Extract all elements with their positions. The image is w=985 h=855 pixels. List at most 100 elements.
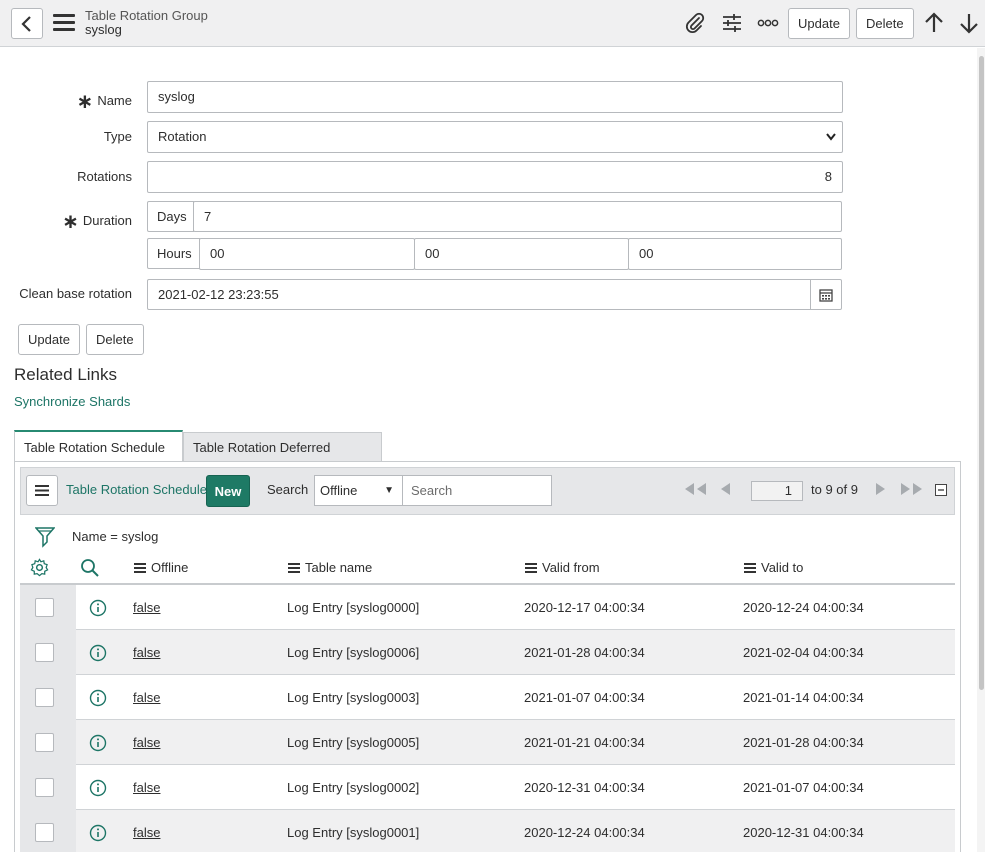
column-menu-icon[interactable] [288, 561, 300, 575]
info-icon[interactable] [89, 779, 107, 797]
required-asterisk-icon: ∗ [76, 91, 94, 113]
offline-cell[interactable]: false [133, 765, 160, 810]
column-menu-icon[interactable] [744, 561, 756, 575]
column-header-valid-from[interactable]: Valid from [525, 560, 600, 575]
back-button[interactable] [11, 8, 43, 39]
new-button[interactable]: New [206, 475, 250, 507]
info-icon[interactable] [89, 734, 107, 752]
clean-base-rotation-label: Clean base rotation [19, 286, 132, 301]
arrow-up-icon[interactable] [922, 11, 946, 35]
info-icon[interactable] [89, 689, 107, 707]
row-checkbox[interactable] [35, 688, 54, 707]
synchronize-shards-link[interactable]: Synchronize Shards [14, 394, 130, 409]
valid-from-cell: 2020-12-24 04:00:34 [524, 825, 645, 840]
form-update-button[interactable]: Update [18, 324, 80, 355]
rotations-field[interactable]: 8 [147, 161, 843, 193]
tab-table-rotation-schedule[interactable]: Table Rotation Schedule (9) [14, 430, 183, 486]
table-row: false Log Entry [syslog0001] 2020-12-24 … [20, 810, 955, 852]
arrow-down-icon[interactable] [957, 11, 981, 35]
previous-page-icon[interactable] [718, 482, 732, 499]
record-name-title: syslog [85, 22, 122, 37]
chevron-down-icon [826, 133, 836, 141]
offline-cell[interactable]: false [133, 675, 160, 720]
days-field[interactable]: 7 [193, 201, 842, 232]
table-name-cell: Log Entry [syslog0003] [287, 690, 420, 705]
table-name-cell: Log Entry [syslog0005] [287, 735, 420, 750]
row-checkbox[interactable] [35, 598, 54, 617]
related-links-title: Related Links [14, 365, 118, 384]
table-name-cell: Log Entry [syslog0000] [287, 600, 420, 615]
form-header: Table Rotation Group syslog Update Delet… [0, 0, 985, 47]
rotations-label: Rotations [77, 169, 132, 184]
valid-to-cell: 2021-01-28 04:00:34 [743, 735, 864, 750]
offline-cell[interactable]: false [133, 585, 160, 630]
valid-from-cell: 2020-12-31 04:00:34 [524, 780, 645, 795]
filter-icon[interactable] [34, 526, 56, 551]
valid-from-cell: 2021-01-21 04:00:34 [524, 735, 645, 750]
list-settings-gear-icon[interactable] [30, 558, 49, 580]
type-select[interactable]: Rotation [147, 121, 843, 153]
tab-deferred-schemas[interactable]: Table Rotation Deferred Schemas [183, 432, 382, 484]
offline-cell[interactable]: false [133, 810, 160, 855]
hours-field[interactable]: 00 [199, 238, 415, 270]
table-name-cell: Log Entry [syslog0001] [287, 825, 420, 840]
chevron-left-icon [21, 15, 31, 32]
row-checkbox[interactable] [35, 778, 54, 797]
row-checkbox[interactable] [35, 823, 54, 842]
page-range-text: to 9 of 9 [811, 482, 858, 497]
row-checkbox[interactable] [35, 643, 54, 662]
first-page-icon[interactable] [682, 482, 708, 499]
column-menu-icon[interactable] [525, 561, 537, 575]
column-search-icon[interactable] [80, 558, 100, 581]
valid-from-cell: 2021-01-07 04:00:34 [524, 690, 645, 705]
info-icon[interactable] [89, 824, 107, 842]
header-delete-button[interactable]: Delete [856, 8, 914, 39]
valid-to-cell: 2020-12-31 04:00:34 [743, 825, 864, 840]
form-delete-button[interactable]: Delete [86, 324, 144, 355]
list-search-input[interactable]: Search [402, 475, 552, 506]
valid-from-cell: 2021-01-28 04:00:34 [524, 645, 645, 660]
row-checkbox[interactable] [35, 733, 54, 752]
info-icon[interactable] [89, 599, 107, 617]
collapse-list-icon[interactable] [935, 484, 947, 499]
table-row: false Log Entry [syslog0002] 2020-12-31 … [20, 765, 955, 810]
filter-breadcrumb[interactable]: Name = syslog [72, 529, 158, 544]
attachment-icon[interactable] [683, 11, 707, 35]
clean-base-rotation-field[interactable]: 2021-02-12 23:23:55 [147, 279, 812, 310]
info-icon[interactable] [89, 644, 107, 662]
minutes-field[interactable]: 00 [414, 238, 629, 270]
column-header-valid-to[interactable]: Valid to [744, 560, 803, 575]
duration-label: ∗ Duration [62, 211, 132, 233]
calendar-icon [819, 288, 833, 302]
table-row: false Log Entry [syslog0000] 2020-12-17 … [20, 585, 955, 630]
search-field-select[interactable]: Offline ▼ [314, 475, 403, 506]
last-page-icon[interactable] [899, 482, 925, 499]
offline-cell[interactable]: false [133, 720, 160, 765]
type-label: Type [103, 129, 132, 144]
column-menu-icon[interactable] [134, 561, 146, 575]
search-label: Search [267, 482, 309, 497]
calendar-button[interactable] [810, 279, 842, 310]
column-header-table-name[interactable]: Table name [288, 560, 372, 575]
list-context-menu-button[interactable] [26, 475, 58, 506]
record-type-title: Table Rotation Group [85, 8, 208, 23]
next-page-icon[interactable] [874, 482, 888, 499]
valid-to-cell: 2021-01-14 04:00:34 [743, 690, 864, 705]
days-addon: Days [147, 201, 194, 232]
valid-from-cell: 2020-12-17 04:00:34 [524, 600, 645, 615]
more-options-icon[interactable] [756, 11, 780, 35]
name-label: ∗ Name [76, 91, 132, 113]
page-scrollbar-thumb[interactable] [979, 56, 984, 690]
table-row: false Log Entry [syslog0005] 2021-01-21 … [20, 720, 955, 765]
type-select-value: Rotation [158, 129, 207, 144]
hamburger-icon [35, 485, 49, 496]
list-title-link[interactable]: Table Rotation Schedule [66, 482, 207, 497]
personalize-form-icon[interactable] [720, 11, 744, 35]
page-number-input[interactable]: 1 [751, 481, 803, 501]
offline-cell[interactable]: false [133, 630, 160, 675]
column-header-offline[interactable]: Offline [134, 560, 188, 575]
header-update-button[interactable]: Update [788, 8, 850, 39]
seconds-field[interactable]: 00 [628, 238, 842, 270]
name-field[interactable]: syslog [147, 81, 843, 113]
context-menu-icon[interactable] [53, 14, 75, 32]
